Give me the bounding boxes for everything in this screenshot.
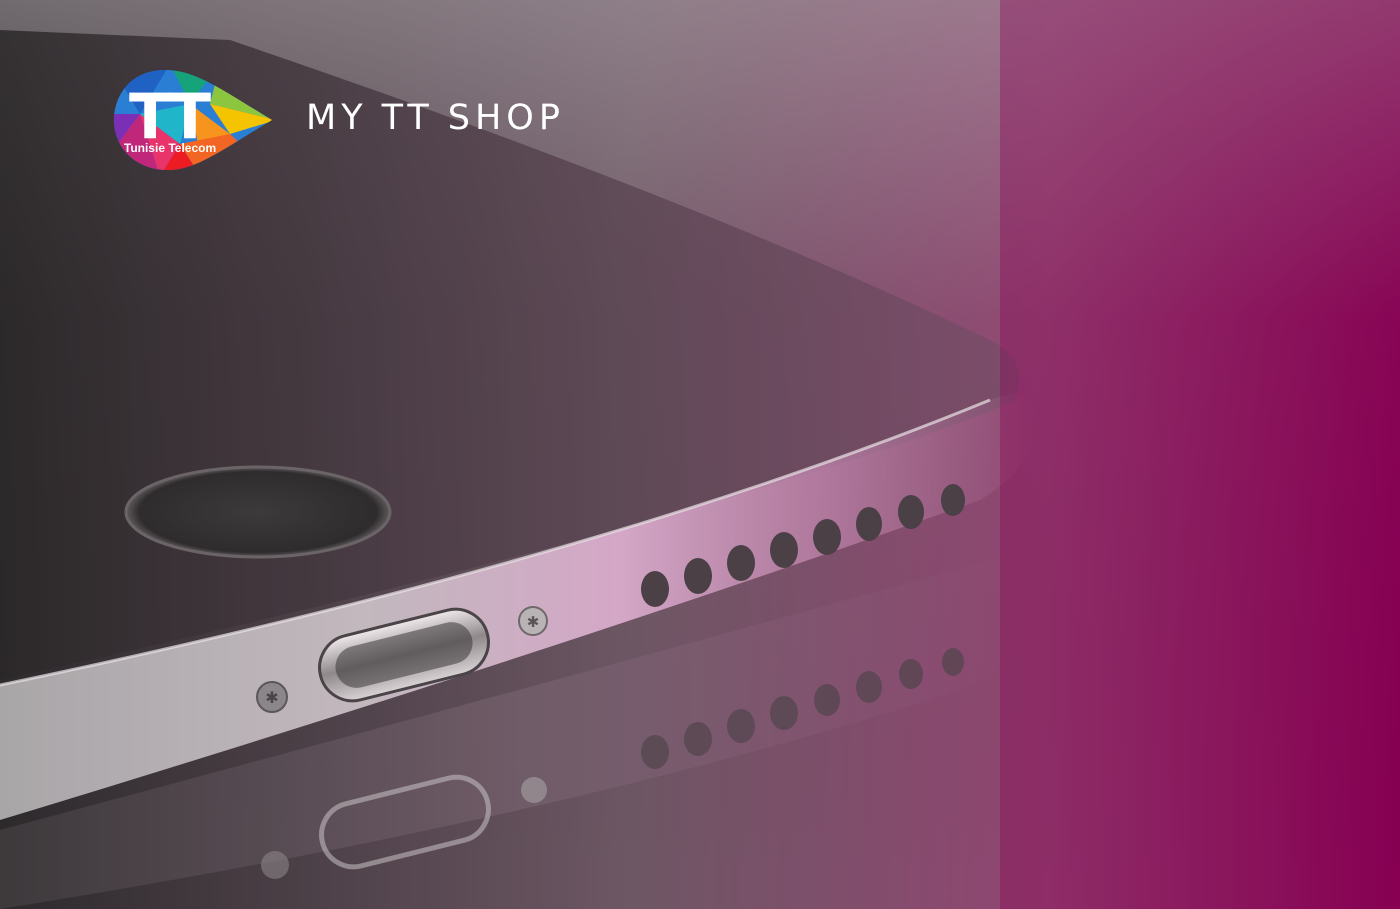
svg-text:✱: ✱ bbox=[527, 613, 540, 631]
shop-title-word-3: SHOP bbox=[447, 98, 565, 138]
shop-title-word-2: TT bbox=[381, 98, 434, 138]
logo-subtext: Tunisie Telecom bbox=[124, 141, 216, 155]
tunisie-telecom-logo[interactable]: TT Tunisie Telecom bbox=[110, 64, 276, 176]
shop-title-word-1: MY bbox=[306, 98, 368, 138]
hero-stage: ✱ ✱ TT Tunisie Telecom MY TT SHOP bbox=[0, 0, 1400, 909]
shop-title: MY TT SHOP bbox=[306, 94, 565, 142]
svg-text:✱: ✱ bbox=[265, 688, 278, 707]
